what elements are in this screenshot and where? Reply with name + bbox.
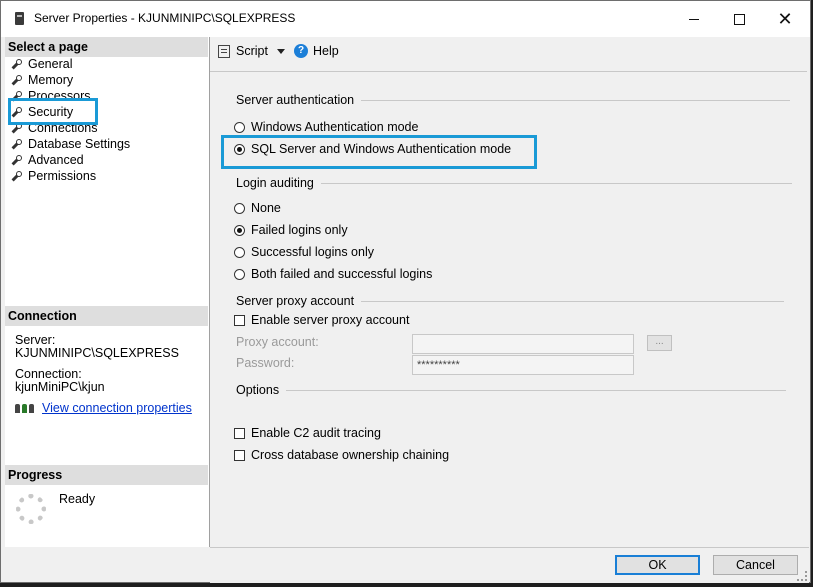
dialog-footer: OK Cancel: [210, 547, 809, 583]
cancel-button[interactable]: Cancel: [713, 555, 798, 575]
window-title: Server Properties - KJUNMINIPC\SQLEXPRES…: [34, 11, 296, 25]
checkbox-c2-audit[interactable]: [234, 427, 245, 439]
option-label: Successful logins only: [251, 245, 374, 259]
checkbox-enable-proxy[interactable]: [234, 314, 245, 326]
server-value: KJUNMINIPC\SQLEXPRESS: [15, 346, 179, 360]
radio-audit-failed[interactable]: [234, 224, 245, 236]
page-item-label: General: [28, 57, 73, 71]
option-label: Cross database ownership chaining: [251, 448, 450, 462]
login-auditing-group: Login auditing: [236, 176, 792, 190]
server-auth-group: Server authentication: [236, 93, 791, 107]
script-label: Script: [236, 44, 268, 58]
page-item-label: Memory: [28, 73, 74, 87]
auth-windows-option[interactable]: Windows Authentication mode: [234, 120, 418, 134]
page-item-label: Database Settings: [28, 137, 131, 151]
connection-info: Server: KJUNMINIPC\SQLEXPRESS Connection…: [15, 334, 179, 394]
audit-both-option[interactable]: Both failed and successful logins: [234, 267, 432, 281]
wrench-icon: [11, 139, 22, 149]
minimize-button[interactable]: [671, 1, 717, 37]
resize-grip-icon[interactable]: [797, 571, 807, 581]
minimize-icon: [689, 18, 699, 20]
security-highlight-box: [8, 98, 98, 125]
maximize-icon: [733, 13, 745, 25]
enable-proxy-option[interactable]: Enable server proxy account: [234, 313, 409, 327]
option-label: Windows Authentication mode: [251, 120, 419, 134]
title-bar: Server Properties - KJUNMINIPC\SQLEXPRES…: [1, 1, 810, 37]
view-connection-properties[interactable]: View connection properties: [15, 401, 192, 415]
help-icon: ?: [294, 44, 308, 58]
toolbar: Script ? Help: [210, 37, 807, 72]
connection-value: kjunMiniPC\kjun: [15, 380, 105, 394]
progress-spinner-icon: [16, 494, 46, 524]
server-icon: [15, 12, 24, 25]
password-input[interactable]: **********: [412, 355, 634, 375]
maximize-button[interactable]: [716, 1, 762, 37]
close-button[interactable]: ✕: [762, 1, 808, 37]
option-label: Failed logins only: [251, 223, 348, 237]
chevron-down-icon[interactable]: [276, 48, 285, 54]
option-label: Enable server proxy account: [251, 313, 410, 327]
group-title: Server proxy account: [236, 294, 355, 308]
page-item-label: Permissions: [28, 169, 97, 183]
browse-button[interactable]: ...: [647, 335, 672, 351]
select-page-header: Select a page: [5, 37, 208, 57]
password-label: Password:: [236, 356, 295, 370]
page-item-label: Advanced: [28, 153, 84, 167]
page-item-database-settings[interactable]: Database Settings: [11, 136, 130, 152]
help-button[interactable]: ? Help: [294, 44, 339, 58]
script-icon: [218, 44, 230, 58]
proxy-account-input[interactable]: [412, 334, 634, 354]
checkbox-cross-db[interactable]: [234, 449, 245, 461]
view-connection-link[interactable]: View connection properties: [42, 401, 192, 415]
page-item-general[interactable]: General: [11, 56, 130, 72]
options-group: Options: [236, 383, 787, 397]
connection-header: Connection: [5, 306, 208, 326]
radio-audit-none[interactable]: [234, 202, 245, 214]
c2-audit-option[interactable]: Enable C2 audit tracing: [234, 426, 381, 440]
page-item-memory[interactable]: Memory: [11, 72, 130, 88]
group-title: Login auditing: [236, 176, 314, 190]
wrench-icon: [11, 59, 22, 69]
audit-none-option[interactable]: None: [234, 201, 281, 215]
option-label: Enable C2 audit tracing: [251, 426, 381, 440]
group-title: Options: [236, 383, 280, 397]
option-label: Both failed and successful logins: [251, 267, 433, 281]
ok-button[interactable]: OK: [615, 555, 700, 575]
wrench-icon: [11, 75, 22, 85]
server-properties-dialog: Server Properties - KJUNMINIPC\SQLEXPRES…: [0, 0, 811, 583]
group-title: Server authentication: [236, 93, 355, 107]
progress-header: Progress: [5, 465, 208, 485]
script-button[interactable]: Script: [218, 44, 285, 58]
radio-auth-windows[interactable]: [234, 121, 245, 133]
radio-audit-successful[interactable]: [234, 246, 245, 258]
progress-status: Ready: [59, 492, 96, 506]
proxy-account-label: Proxy account:: [236, 335, 319, 349]
radio-audit-both[interactable]: [234, 268, 245, 280]
cross-db-option[interactable]: Cross database ownership chaining: [234, 448, 449, 462]
help-label: Help: [313, 44, 339, 58]
wrench-icon: [11, 171, 22, 181]
auth-mode-highlight-box: [221, 135, 537, 169]
wrench-icon: [11, 155, 22, 165]
audit-failed-option[interactable]: Failed logins only: [234, 223, 348, 237]
page-item-permissions[interactable]: Permissions: [11, 168, 130, 184]
users-icon: [15, 402, 35, 414]
option-label: None: [251, 201, 281, 215]
audit-successful-option[interactable]: Successful logins only: [234, 245, 374, 259]
proxy-group: Server proxy account: [236, 294, 785, 308]
page-item-advanced[interactable]: Advanced: [11, 152, 130, 168]
close-icon: ✕: [777, 9, 793, 29]
